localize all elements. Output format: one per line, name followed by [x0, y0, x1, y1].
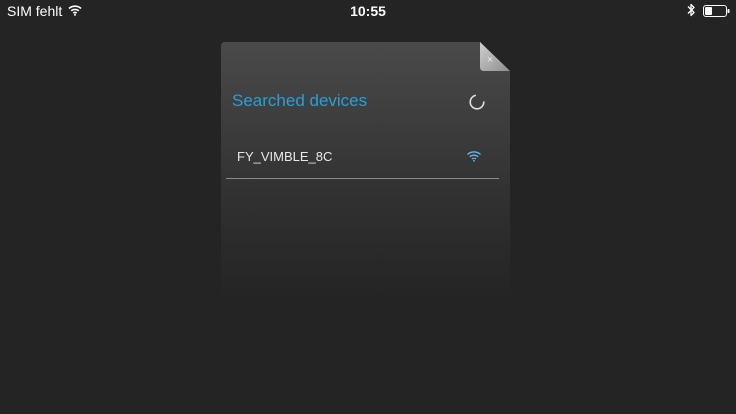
spinner-icon	[469, 94, 485, 110]
bluetooth-icon	[687, 3, 695, 17]
dialog-title: Searched devices	[232, 91, 368, 110]
battery-icon	[703, 5, 730, 17]
screen: SIM fehlt 10:55 × Searched devices FY_VI…	[0, 0, 736, 414]
close-button[interactable]: ×	[481, 53, 499, 67]
clock: 10:55	[350, 3, 386, 19]
status-bar: SIM fehlt 10:55	[0, 0, 736, 24]
device-list-item[interactable]: FY_VIMBLE_8C	[226, 140, 499, 179]
wifi-signal-icon	[467, 151, 481, 162]
device-name: FY_VIMBLE_8C	[237, 149, 333, 164]
